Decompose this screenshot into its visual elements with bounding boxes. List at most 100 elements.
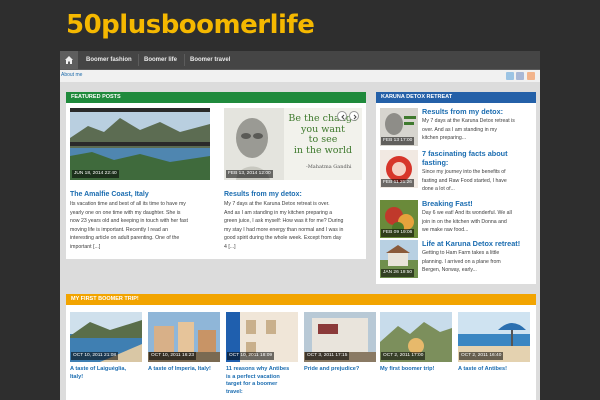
title-line: A taste of Laiguéglia, xyxy=(70,366,127,372)
excerpt-line: interesting article on adult parenting. … xyxy=(70,235,180,241)
excerpt-line: done a lot of... xyxy=(422,186,455,192)
heading-rule xyxy=(66,304,536,305)
sidebar-post-4-title[interactable]: Life at Karuna Detox retreat! xyxy=(422,239,534,249)
sidebar-post-4-excerpt: Getting to Ham Farm takes a little plann… xyxy=(422,249,534,275)
sidebar-post-3-date: FEB 09 19:06 xyxy=(381,229,415,237)
excerpt-line: fasting and Raw Food started, I have xyxy=(422,177,507,184)
title-line: Italy! xyxy=(70,373,84,380)
excerpt-line: good spirit during the whole week. Excep… xyxy=(224,235,342,241)
slider-next-button[interactable] xyxy=(349,111,359,121)
site-title[interactable]: 50plusboomerlife xyxy=(66,10,315,40)
home-icon xyxy=(65,56,73,64)
featured-post-2-date: FEB 13, 2014 12:00 xyxy=(226,170,273,178)
sidebar-post-4-date: JAN 26 19:50 xyxy=(381,269,415,277)
sidebar-post-1-title[interactable]: Results from my detox: xyxy=(422,107,534,117)
excerpt-line: join in on the kitchen with Donna and xyxy=(422,218,507,225)
excerpt-line: important [...] xyxy=(70,243,101,250)
slider-prev-button[interactable] xyxy=(337,111,347,121)
nav-home-button[interactable] xyxy=(60,51,78,69)
title-line: My first boomer trip! xyxy=(380,366,435,372)
rss-icon[interactable] xyxy=(527,72,535,80)
excerpt-line: planning. I arrived on a plane from xyxy=(422,258,501,265)
facebook-icon[interactable] xyxy=(516,72,524,80)
sidebar-post-1-image[interactable]: FEB 13 17:00 xyxy=(380,108,418,146)
trip-post-5-date: OCT 2, 2011 17:00 xyxy=(381,352,426,360)
trip-post-1-image[interactable]: OCT 10, 2011 21:08 xyxy=(70,312,142,362)
excerpt-line: we make raw food... xyxy=(422,227,469,233)
featured-post-1-excerpt: Its vacation time and best of all its ti… xyxy=(70,200,210,251)
sidebar-post-3-title[interactable]: Breaking Fast! xyxy=(422,199,534,209)
trip-post-2-date: OCT 10, 2011 16:23 xyxy=(149,352,197,360)
trip-post-3-date: OCT 10, 2011 18:09 xyxy=(227,352,275,360)
nav-separator xyxy=(184,54,185,66)
trip-post-1-date: OCT 10, 2011 21:08 xyxy=(71,352,119,360)
heading-rule xyxy=(66,102,366,103)
sidebar-post-2-title[interactable]: 7 fascinating facts about fasting: xyxy=(422,149,534,167)
trip-post-6-date: OCT 2, 2011 16:40 xyxy=(459,352,504,360)
excerpt-line: kitchen preparing... xyxy=(422,135,467,141)
trip-post-6-image[interactable]: OCT 2, 2011 16:40 xyxy=(458,312,530,362)
excerpt-line: my stay I had more energy than normal an… xyxy=(224,226,344,233)
title-line: target for a boomer xyxy=(226,381,278,387)
featured-post-2-title[interactable]: Results from my detox: xyxy=(224,191,364,199)
quote-author: -Mahatma Gandhi xyxy=(306,164,352,170)
sub-navigation: About me xyxy=(60,70,540,82)
excerpt-line: My 7 days at the Karuna Detox retreat is xyxy=(422,118,515,124)
trips-heading: MY FIRST BOOMER TRIP! xyxy=(66,294,536,304)
featured-post-1-image[interactable]: JUN 18, 2014 22:40 xyxy=(70,108,210,180)
nav-separator xyxy=(138,54,139,66)
trip-post-4-title[interactable]: Pride and prejudice? xyxy=(304,366,378,374)
first-boomer-trip-panel: MY FIRST BOOMER TRIP! OCT 10, 2011 21:08… xyxy=(66,294,536,400)
twitter-icon[interactable] xyxy=(506,72,514,80)
gandhi-quote: Be the change you want to see in the wor… xyxy=(286,113,360,156)
sidebar-post-4-image[interactable]: JAN 26 19:50 xyxy=(380,240,418,278)
trip-post-5-title[interactable]: My first boomer trip! xyxy=(380,366,454,374)
quote-line: to see xyxy=(308,134,338,145)
sidebar-post-3-image[interactable]: FEB 09 19:06 xyxy=(380,200,418,238)
nav-item-boomer-travel[interactable]: Boomer travel xyxy=(190,51,230,69)
trip-post-2-image[interactable]: OCT 10, 2011 16:23 xyxy=(148,312,220,362)
trip-post-3-title[interactable]: 11 reasons why Antibes is a perfect vaca… xyxy=(226,366,300,396)
excerpt-line: Its vacation time and best of all its ti… xyxy=(70,201,186,207)
excerpt-line: Day 6 we eat! And its wonderful. We all xyxy=(422,210,512,216)
sidebar-post-1-date: FEB 13 17:00 xyxy=(381,137,415,145)
heading-rule xyxy=(376,102,536,103)
trip-post-2-title[interactable]: A taste of Imperia, Italy! xyxy=(148,366,224,374)
title-line: is a perfect vacation xyxy=(226,373,280,380)
excerpt-line: yearly one on one time with my daughter.… xyxy=(70,209,181,216)
nav-item-boomer-life[interactable]: Boomer life xyxy=(144,51,177,69)
featured-post-2-excerpt: My 7 days at the Karuna Detox retreat is… xyxy=(224,200,364,251)
excerpt-line: moving life is important. Recently I rea… xyxy=(70,226,169,233)
sidebar-post-3-excerpt: Day 6 we eat! And its wonderful. We all … xyxy=(422,209,534,235)
excerpt-line: And as I am standing in my kitchen prepa… xyxy=(224,209,333,216)
excerpt-line: green juice, I ask myself: How was it fo… xyxy=(224,218,344,224)
excerpt-line: Getting to Ham Farm takes a little xyxy=(422,250,500,256)
chevron-left-icon xyxy=(341,114,345,120)
title-line: travel: xyxy=(226,388,243,395)
quote-line: in the world xyxy=(293,144,353,156)
sidebar-post-2-date: FEB 11 21:26 xyxy=(381,179,414,187)
title-line: 11 reasons why Antibes xyxy=(226,366,290,372)
excerpt-line: 4 [...] xyxy=(224,243,236,250)
trip-post-3-image[interactable]: OCT 10, 2011 18:09 xyxy=(226,312,298,362)
featured-posts-panel: FEATURED POSTS JUN 18, 2014 22:40 The Am… xyxy=(66,92,366,259)
trip-post-1-title[interactable]: A taste of Laiguéglia, Italy! xyxy=(70,366,144,381)
excerpt-line: now 23 years old and keeping in touch wi… xyxy=(70,218,188,224)
featured-post-1-date: JUN 18, 2014 22:40 xyxy=(72,170,119,178)
trip-post-6-title[interactable]: A taste of Antibes! xyxy=(458,366,532,374)
title-line: A taste of Imperia, Italy! xyxy=(148,366,211,372)
featured-post-1-title[interactable]: The Amalfie Coast, Italy xyxy=(70,191,210,199)
main-navigation: Boomer fashion Boomer life Boomer travel xyxy=(60,51,540,70)
sidebar-post-2-image[interactable]: FEB 11 21:26 xyxy=(380,150,418,188)
excerpt-line: over. And as I am standing in my xyxy=(422,126,497,133)
title-line: Pride and prejudice? xyxy=(304,366,360,372)
about-me-link[interactable]: About me xyxy=(61,72,82,78)
trip-post-4-image[interactable]: OCT 3, 2011 17:15 xyxy=(304,312,376,362)
excerpt-line: My 7 days at the Karuna Detox retreat is… xyxy=(224,201,330,207)
chevron-right-icon xyxy=(353,114,357,120)
excerpt-line: Bergen, Norway, early... xyxy=(422,267,477,273)
excerpt-line: Since my journey into the benefits of xyxy=(422,169,506,175)
featured-posts-heading: FEATURED POSTS xyxy=(66,92,366,102)
trip-post-5-image[interactable]: OCT 2, 2011 17:00 xyxy=(380,312,452,362)
nav-item-boomer-fashion[interactable]: Boomer fashion xyxy=(86,51,132,69)
